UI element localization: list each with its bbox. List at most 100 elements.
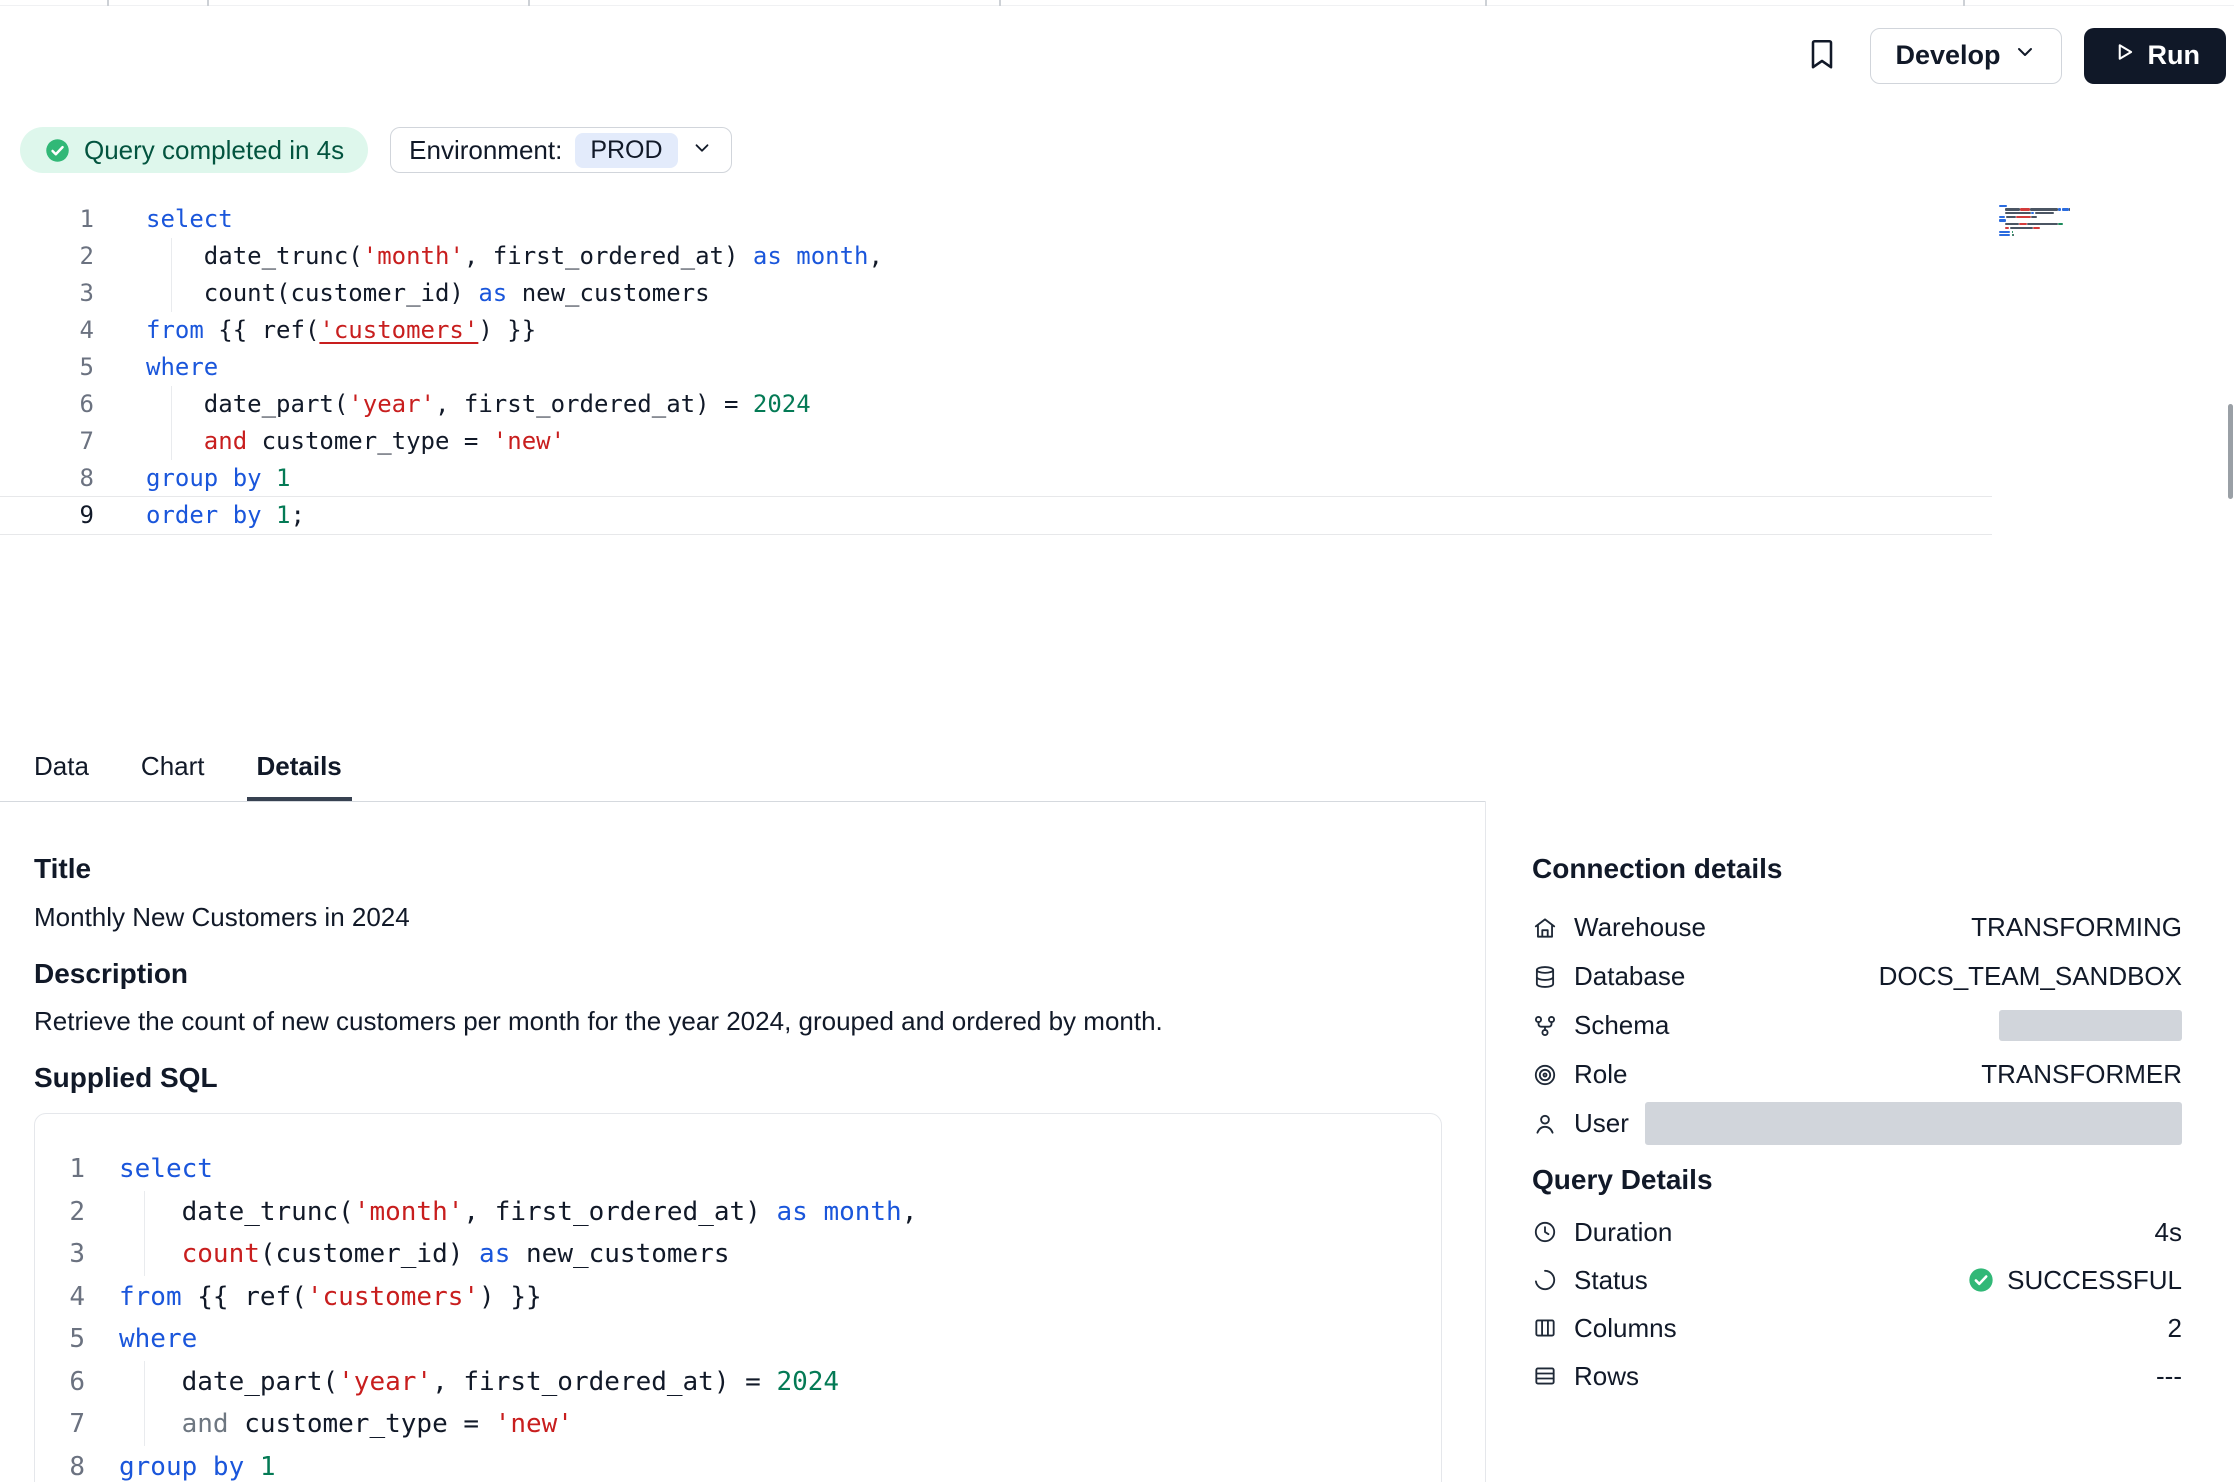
line-number: 6	[35, 1361, 119, 1404]
code-line: 2 date_trunc('month', first_ordered_at) …	[35, 1191, 1441, 1234]
line-number: 5	[35, 1318, 119, 1361]
environment-badge: PROD	[575, 133, 677, 168]
code-token: count	[119, 1239, 260, 1269]
code-token: 2024	[776, 1367, 839, 1397]
rows-icon	[1532, 1363, 1558, 1389]
code-token: month	[823, 1197, 901, 1227]
description-value: Retrieve the count of new customers per …	[34, 1006, 1163, 1037]
code-token: new_customers	[510, 1239, 729, 1269]
line-number: 8	[0, 460, 146, 497]
code-token: 'new'	[495, 1409, 573, 1439]
code-line: 3 count(customer_id) as new_customers	[0, 275, 1992, 312]
chevron-down-icon	[691, 135, 713, 166]
code-token: 'new'	[493, 427, 565, 455]
sql-editor[interactable]: 1select2 date_trunc('month', first_order…	[0, 201, 1992, 534]
detail-row: User	[1532, 1099, 2182, 1148]
code-token: date_part(	[146, 390, 348, 418]
code-line: 4from {{ ref('customers') }}	[0, 312, 1992, 349]
detail-label: User	[1574, 1108, 1629, 1139]
code-token: as	[479, 1239, 510, 1269]
check-circle-icon	[44, 137, 71, 164]
code-token: group by	[119, 1452, 244, 1482]
detail-row: Columns 2	[1532, 1304, 2182, 1352]
code-token: 'month'	[363, 242, 464, 270]
detail-value-text: SUCCESSFUL	[2007, 1265, 2182, 1296]
user-icon	[1532, 1111, 1558, 1137]
code-text: count(customer_id) as new_customers	[119, 1233, 730, 1276]
minimap-line	[1999, 234, 2100, 238]
code-text: select	[119, 1148, 213, 1191]
detail-value: TRANSFORMER	[1981, 1059, 2182, 1090]
code-token: where	[146, 353, 218, 381]
code-token: ,	[902, 1197, 918, 1227]
detail-value-text: 4s	[2155, 1217, 2182, 1248]
code-text: from {{ ref('customers') }}	[146, 312, 536, 349]
code-token: , first_ordered_at) =	[432, 1367, 776, 1397]
query-details-rows: Duration4sStatusSUCCESSFULColumns2Rows--…	[1532, 1208, 2182, 1400]
detail-value-text: DOCS_TEAM_SANDBOX	[1879, 961, 2182, 992]
line-number: 2	[0, 238, 146, 275]
query-status-pill: Query completed in 4s	[20, 127, 368, 173]
line-number: 5	[0, 349, 146, 386]
scrollbar-thumb[interactable]	[2228, 404, 2233, 499]
bookmark-button[interactable]	[1804, 36, 1840, 75]
detail-label: Schema	[1574, 1010, 1669, 1041]
chevron-down-icon	[2013, 40, 2037, 71]
code-token	[808, 1197, 824, 1227]
detail-row: Schema	[1532, 1001, 2182, 1050]
warehouse-icon	[1532, 915, 1558, 941]
code-text: date_trunc('month', first_ordered_at) as…	[146, 238, 883, 275]
tab-data[interactable]: Data	[24, 736, 99, 801]
detail-label: Role	[1574, 1059, 1627, 1090]
detail-value-text: TRANSFORMER	[1981, 1059, 2182, 1090]
code-line: 9order by 1;	[0, 497, 1992, 534]
code-token: , first_ordered_at)	[463, 1197, 776, 1227]
line-number: 4	[35, 1276, 119, 1319]
code-token: date_trunc(	[119, 1197, 354, 1227]
supplied-sql-heading: Supplied SQL	[34, 1062, 218, 1094]
tab-chart[interactable]: Chart	[131, 736, 215, 801]
ref-link[interactable]: 'customers'	[319, 316, 478, 344]
description-heading: Description	[34, 958, 188, 990]
develop-button[interactable]: Develop	[1870, 28, 2061, 84]
success-check-icon	[1967, 1266, 1995, 1294]
code-token	[782, 242, 796, 270]
code-line: 2 date_trunc('month', first_ordered_at) …	[0, 238, 1992, 275]
detail-label: Database	[1574, 961, 1685, 992]
environment-select[interactable]: Environment: PROD	[390, 127, 731, 173]
code-token: 2024	[753, 390, 811, 418]
connection-panel: Connection details WarehouseTRANSFORMING…	[1485, 801, 2234, 1482]
tab-details[interactable]: Details	[247, 736, 352, 801]
code-token: 'month'	[354, 1197, 464, 1227]
detail-label: Columns	[1574, 1313, 1677, 1344]
detail-value: DOCS_TEAM_SANDBOX	[1879, 961, 2182, 992]
code-token: order by	[146, 501, 262, 529]
detail-value: 2	[2168, 1313, 2182, 1344]
detail-label: Rows	[1574, 1361, 1639, 1392]
columns-icon	[1532, 1315, 1558, 1341]
run-label: Run	[2148, 40, 2200, 71]
code-text: date_part('year', first_ordered_at) = 20…	[146, 386, 811, 423]
editor-minimap[interactable]	[1999, 204, 2100, 237]
code-token: from	[146, 316, 204, 344]
develop-label: Develop	[1895, 40, 2000, 71]
run-button[interactable]: Run	[2084, 28, 2226, 84]
line-number: 8	[35, 1446, 119, 1482]
code-line: 7 and customer_type = 'new'	[35, 1403, 1441, 1446]
code-token: ) }}	[479, 1282, 542, 1312]
line-number: 2	[35, 1191, 119, 1234]
code-token: , first_ordered_at)	[464, 242, 753, 270]
detail-row: Rows ---	[1532, 1352, 2182, 1400]
line-number: 3	[0, 275, 146, 312]
redacted-value	[1645, 1102, 2182, 1145]
detail-row: Role TRANSFORMER	[1532, 1050, 2182, 1099]
detail-label: Status	[1574, 1265, 1648, 1296]
query-details-heading: Query Details	[1532, 1164, 2182, 1196]
code-token: date_part(	[119, 1367, 338, 1397]
code-token: {{ ref(	[182, 1282, 307, 1312]
title-heading: Title	[34, 853, 91, 885]
detail-value-text: ---	[2156, 1361, 2182, 1392]
detail-row: WarehouseTRANSFORMING	[1532, 903, 2182, 952]
detail-label: Warehouse	[1574, 912, 1706, 943]
environment-label: Environment:	[409, 135, 562, 166]
